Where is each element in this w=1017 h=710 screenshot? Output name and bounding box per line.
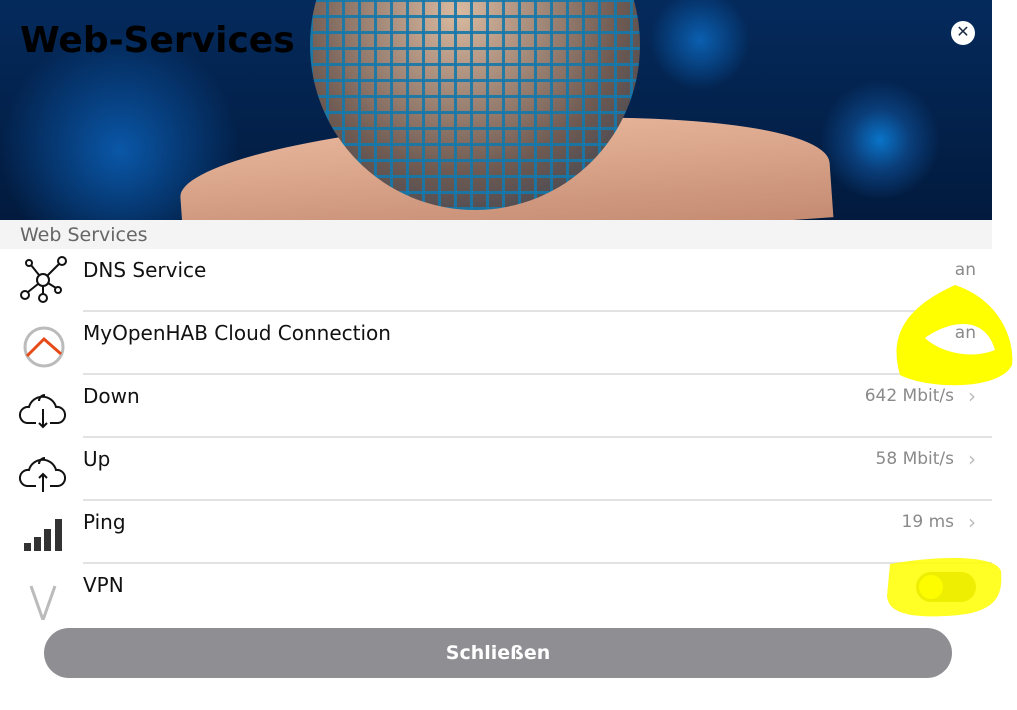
toggle-knob xyxy=(919,575,943,599)
list-item-down[interactable]: Down 642 Mbit/s › xyxy=(0,375,992,438)
row-label: DNS Service xyxy=(83,258,207,282)
row-label: VPN xyxy=(83,573,124,597)
row-value: an xyxy=(954,323,976,343)
section-title: Web Services xyxy=(20,224,148,246)
row-label: Down xyxy=(83,384,140,408)
list-item-ping[interactable]: Ping 19 ms › xyxy=(0,501,992,564)
list-item-up[interactable]: Up 58 Mbit/s › xyxy=(0,438,992,501)
cloud-download-icon xyxy=(18,394,67,429)
chevron-right-icon: › xyxy=(968,447,976,471)
signal-bars-icon xyxy=(24,519,62,551)
vpn-icon xyxy=(29,585,57,620)
cloud-upload-icon xyxy=(18,457,67,492)
row-value: an xyxy=(954,260,976,280)
row-value: 19 ms xyxy=(901,512,954,532)
chevron-right-icon: › xyxy=(968,510,976,534)
list-item-vpn: VPN xyxy=(0,564,992,627)
chevron-right-icon: › xyxy=(968,384,976,408)
network-icon xyxy=(20,256,67,303)
openhab-icon xyxy=(23,326,65,368)
section-header: Web Services xyxy=(0,220,992,249)
list-item-dns[interactable]: DNS Service an xyxy=(0,249,992,312)
close-button[interactable]: Schließen xyxy=(44,628,952,678)
page-title: Web-Services xyxy=(20,20,295,61)
row-value: 642 Mbit/s xyxy=(864,386,954,406)
close-icon[interactable]: ✕ xyxy=(951,21,975,45)
row-label: Ping xyxy=(83,510,126,534)
row-label: Up xyxy=(83,447,111,471)
vpn-toggle[interactable] xyxy=(916,572,976,602)
row-value: 58 Mbit/s xyxy=(875,449,954,469)
list-item-myopenhab[interactable]: MyOpenHAB Cloud Connection an xyxy=(0,312,992,375)
row-label: MyOpenHAB Cloud Connection xyxy=(83,321,391,345)
